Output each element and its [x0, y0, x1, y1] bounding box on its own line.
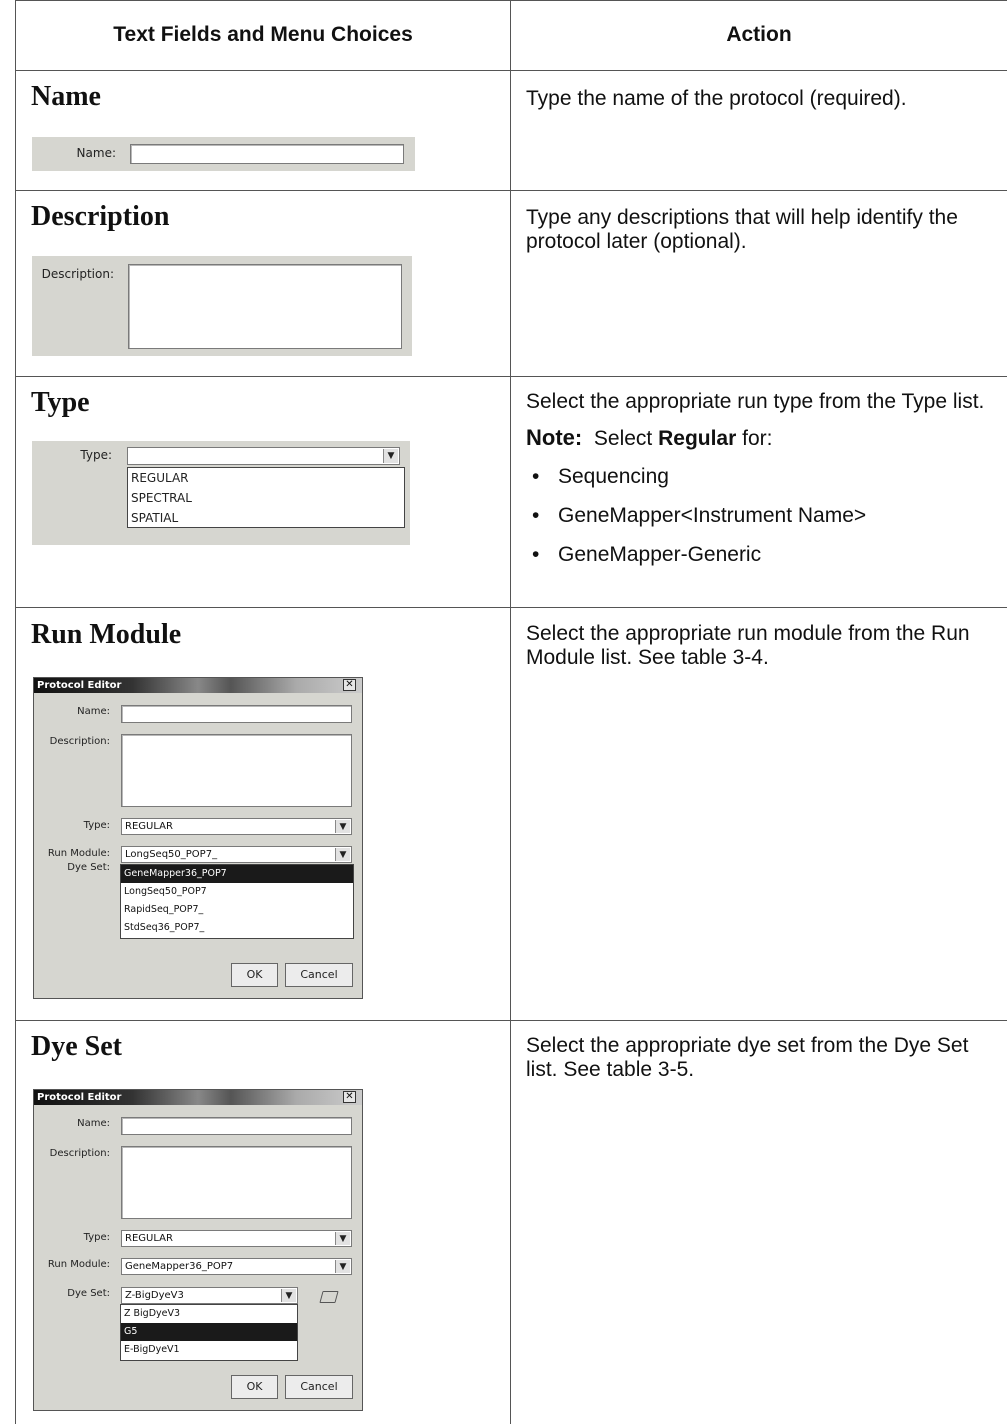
chevron-down-icon[interactable]: ▼	[383, 449, 398, 463]
dialog-dye-set-value: Z-BigDyeV3	[125, 1290, 184, 1301]
run-module-option[interactable]: LongSeq50_POP7	[121, 883, 353, 901]
dialog-run-module-value: GeneMapper36_POP7	[125, 1261, 234, 1272]
dialog-dye-set-select[interactable]: Z-BigDyeV3 ▼	[121, 1287, 298, 1304]
type-option[interactable]: REGULAR	[128, 468, 404, 488]
action-dye-set: Select the appropriate dye set from the …	[526, 1034, 996, 1090]
chevron-down-icon[interactable]: ▼	[281, 1289, 296, 1302]
chevron-down-icon[interactable]: ▼	[335, 1232, 350, 1245]
column-header-fields: Text Fields and Menu Choices	[113, 23, 413, 46]
dialog-run-module-value: LongSeq50_POP7_	[125, 849, 218, 860]
action-run-module: Select the appropriate run module from t…	[526, 622, 996, 678]
type-select[interactable]: ▼	[127, 447, 400, 465]
note-label: Note:	[526, 425, 583, 450]
action-type: Select the appropriate run type from the…	[526, 390, 996, 576]
type-option[interactable]: SPECTRAL	[128, 488, 404, 508]
type-bullet-list: Sequencing GeneMapper<Instrument Name> G…	[526, 465, 996, 567]
protocol-editor-dialog-run-module: Protocol Editor ✕ Name: Description: Typ…	[33, 677, 363, 999]
dialog-type-label: Type:	[83, 1232, 110, 1243]
chevron-down-icon[interactable]: ▼	[335, 1260, 350, 1273]
dialog-description-label: Description:	[49, 1148, 110, 1159]
dialog-dye-set-label: Dye Set:	[67, 862, 110, 873]
dialog-description-textarea[interactable]	[121, 1146, 352, 1219]
action-run-module-text: Select the appropriate run module from t…	[526, 622, 970, 669]
dialog-run-module-select[interactable]: GeneMapper36_POP7 ▼	[121, 1258, 352, 1275]
chevron-down-icon[interactable]: ▼	[335, 820, 350, 833]
row-title-description: Description	[31, 201, 170, 232]
table-row-divider-run-module	[15, 1020, 1007, 1021]
action-dye-set-text: Select the appropriate dye set from the …	[526, 1034, 969, 1081]
name-field-panel: Name:	[32, 137, 415, 171]
chevron-down-icon[interactable]: ▼	[335, 848, 350, 861]
table-column-divider	[510, 0, 511, 1424]
dye-set-option[interactable]: G5	[121, 1323, 297, 1341]
cancel-button[interactable]: Cancel	[285, 963, 353, 987]
dialog-type-value: REGULAR	[125, 1233, 173, 1244]
dye-set-option[interactable]: Z BigDyeV3	[121, 1305, 297, 1323]
ok-button[interactable]: OK	[231, 1375, 278, 1399]
dialog-title-bar: Protocol Editor	[34, 1090, 362, 1105]
table-row-divider-header	[15, 70, 1007, 71]
run-module-option[interactable]: RapidSeq_POP7_	[121, 901, 353, 919]
note-post: for:	[736, 427, 773, 450]
type-label: Type:	[80, 448, 112, 462]
dialog-type-select[interactable]: REGULAR ▼	[121, 818, 352, 835]
type-dropdown-list: REGULAR SPECTRAL SPATIAL	[127, 467, 405, 528]
ok-button[interactable]: OK	[231, 963, 278, 987]
action-description: Type any descriptions that will help ide…	[526, 206, 996, 262]
table-row-divider-type	[15, 607, 1007, 608]
close-icon[interactable]: ✕	[343, 1091, 356, 1103]
bullet-item: GeneMapper-Generic	[526, 543, 996, 567]
dialog-name-input[interactable]	[121, 705, 352, 723]
table-row-divider-name	[15, 190, 1007, 191]
action-description-text: Type any descriptions that will help ide…	[526, 206, 958, 253]
bullet-item: Sequencing	[526, 465, 996, 489]
protocol-editor-dialog-dye-set: Protocol Editor ✕ Name: Description: Typ…	[33, 1089, 363, 1411]
description-textarea[interactable]	[128, 264, 402, 349]
cancel-button[interactable]: Cancel	[285, 1375, 353, 1399]
dialog-dye-set-label: Dye Set:	[67, 1288, 110, 1299]
dialog-description-textarea[interactable]	[121, 734, 352, 807]
name-input[interactable]	[130, 144, 404, 164]
row-title-name: Name	[31, 81, 101, 112]
dye-set-dropdown-list: Z BigDyeV3 G5 E-BigDyeV1	[120, 1304, 298, 1361]
dialog-name-label: Name:	[77, 1118, 110, 1129]
type-option[interactable]: SPATIAL	[128, 508, 404, 528]
dialog-run-module-label: Run Module:	[47, 1259, 110, 1270]
action-name: Type the name of the protocol (required)…	[526, 87, 996, 119]
dialog-type-select[interactable]: REGULAR ▼	[121, 1230, 352, 1247]
row-title-type: Type	[31, 387, 90, 418]
description-label: Description:	[41, 267, 114, 281]
table-border-left	[15, 0, 16, 1424]
dialog-run-module-label: Run Module:	[47, 848, 110, 859]
action-type-text: Select the appropriate run type from the…	[526, 390, 985, 413]
name-label: Name:	[76, 146, 116, 160]
action-type-note: Note: Select Regular for:	[526, 426, 996, 451]
column-header-action: Action	[726, 23, 792, 46]
type-field-panel: Type: ▼ REGULAR SPECTRAL SPATIAL	[32, 441, 410, 545]
table-row-divider-description	[15, 376, 1007, 377]
dialog-description-label: Description:	[49, 736, 110, 747]
action-name-text: Type the name of the protocol (required)…	[526, 87, 907, 110]
dialog-title-bar: Protocol Editor	[34, 678, 362, 693]
run-module-dropdown-list: GeneMapper36_POP7 LongSeq50_POP7 RapidSe…	[120, 864, 354, 939]
run-module-option[interactable]: StdSeq36_POP7_	[121, 919, 353, 937]
dialog-name-label: Name:	[77, 706, 110, 717]
description-field-panel: Description:	[32, 256, 412, 356]
row-title-run-module: Run Module	[31, 619, 182, 650]
close-icon[interactable]: ✕	[343, 679, 356, 691]
dialog-type-label: Type:	[83, 820, 110, 831]
dialog-name-input[interactable]	[121, 1117, 352, 1135]
run-module-option[interactable]: GeneMapper36_POP7	[121, 865, 353, 883]
dialog-run-module-select[interactable]: LongSeq50_POP7_ ▼	[121, 846, 352, 863]
dialog-type-value: REGULAR	[125, 821, 173, 832]
dye-set-option[interactable]: E-BigDyeV1	[121, 1341, 297, 1359]
bullet-item: GeneMapper<Instrument Name>	[526, 504, 996, 528]
note-bold: Regular	[658, 427, 737, 450]
row-title-dye-set: Dye Set	[31, 1031, 122, 1062]
note-pre: Select	[593, 427, 659, 450]
folder-icon[interactable]	[319, 1291, 339, 1303]
